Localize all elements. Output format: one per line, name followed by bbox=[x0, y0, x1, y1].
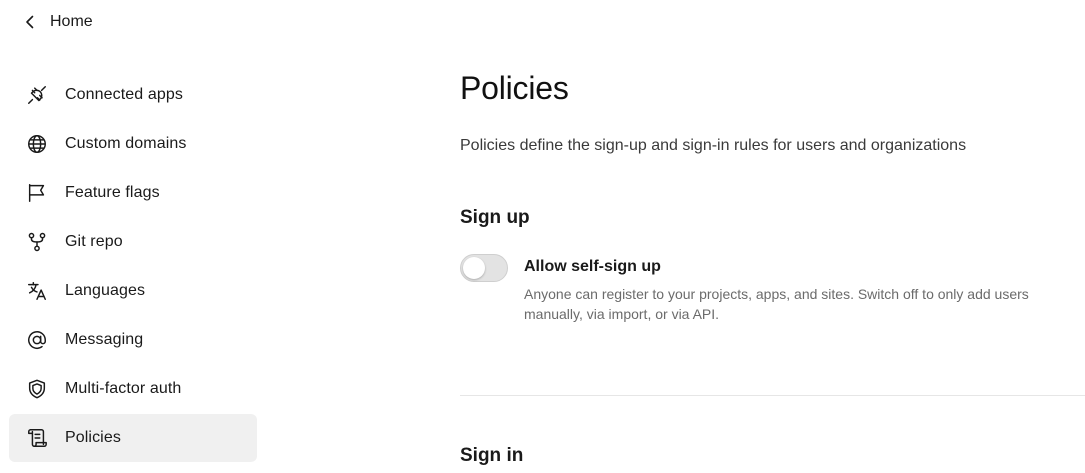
sign-in-section-title: Sign in bbox=[460, 445, 524, 466]
sidebar-item-policies[interactable]: Policies bbox=[9, 414, 257, 462]
shield-icon bbox=[26, 378, 48, 400]
sidebar-item-custom-domains[interactable]: Custom domains bbox=[9, 120, 257, 168]
section-divider bbox=[460, 395, 1085, 396]
at-sign-icon bbox=[26, 329, 48, 351]
settings-sidebar: Connected apps Custom domains Feature fl… bbox=[9, 71, 257, 463]
page-title: Policies bbox=[460, 70, 569, 106]
globe-icon bbox=[26, 133, 48, 155]
sidebar-item-label: Connected apps bbox=[65, 86, 183, 103]
scroll-icon bbox=[26, 427, 48, 449]
sign-up-section-title: Sign up bbox=[460, 207, 530, 228]
sidebar-item-multi-factor-auth[interactable]: Multi-factor auth bbox=[9, 365, 257, 413]
back-home-link[interactable]: Home bbox=[22, 8, 93, 36]
plug-icon bbox=[26, 84, 48, 106]
sidebar-item-label: Languages bbox=[65, 282, 146, 299]
sidebar-item-git-repo[interactable]: Git repo bbox=[9, 218, 257, 266]
sidebar-item-languages[interactable]: Languages bbox=[9, 267, 257, 315]
back-home-label: Home bbox=[50, 13, 93, 30]
page-description: Policies define the sign-up and sign-in … bbox=[460, 137, 967, 154]
sidebar-item-label: Messaging bbox=[65, 331, 144, 348]
policies-page: Home Connected apps Custom domains Featu… bbox=[0, 0, 1085, 473]
sidebar-item-label: Custom domains bbox=[65, 135, 187, 152]
allow-self-sign-up-description: Anyone can register to your projects, ap… bbox=[524, 286, 1029, 322]
git-branch-icon bbox=[26, 231, 48, 253]
allow-self-sign-up-label: Allow self-sign up bbox=[524, 258, 661, 275]
translate-icon bbox=[26, 280, 48, 302]
chevron-left-icon bbox=[22, 14, 38, 30]
sidebar-item-label: Policies bbox=[65, 429, 121, 446]
allow-self-sign-up-toggle[interactable] bbox=[460, 254, 508, 282]
toggle-knob bbox=[463, 257, 485, 279]
flag-icon bbox=[26, 182, 48, 204]
sidebar-item-feature-flags[interactable]: Feature flags bbox=[9, 169, 257, 217]
sidebar-item-label: Multi-factor auth bbox=[65, 380, 182, 397]
policies-content: Policies Policies define the sign-up and… bbox=[460, 0, 1085, 473]
sidebar-item-messaging[interactable]: Messaging bbox=[9, 316, 257, 364]
sidebar-item-label: Feature flags bbox=[65, 184, 160, 201]
sidebar-item-connected-apps[interactable]: Connected apps bbox=[9, 71, 257, 119]
sidebar-item-label: Git repo bbox=[65, 233, 123, 250]
